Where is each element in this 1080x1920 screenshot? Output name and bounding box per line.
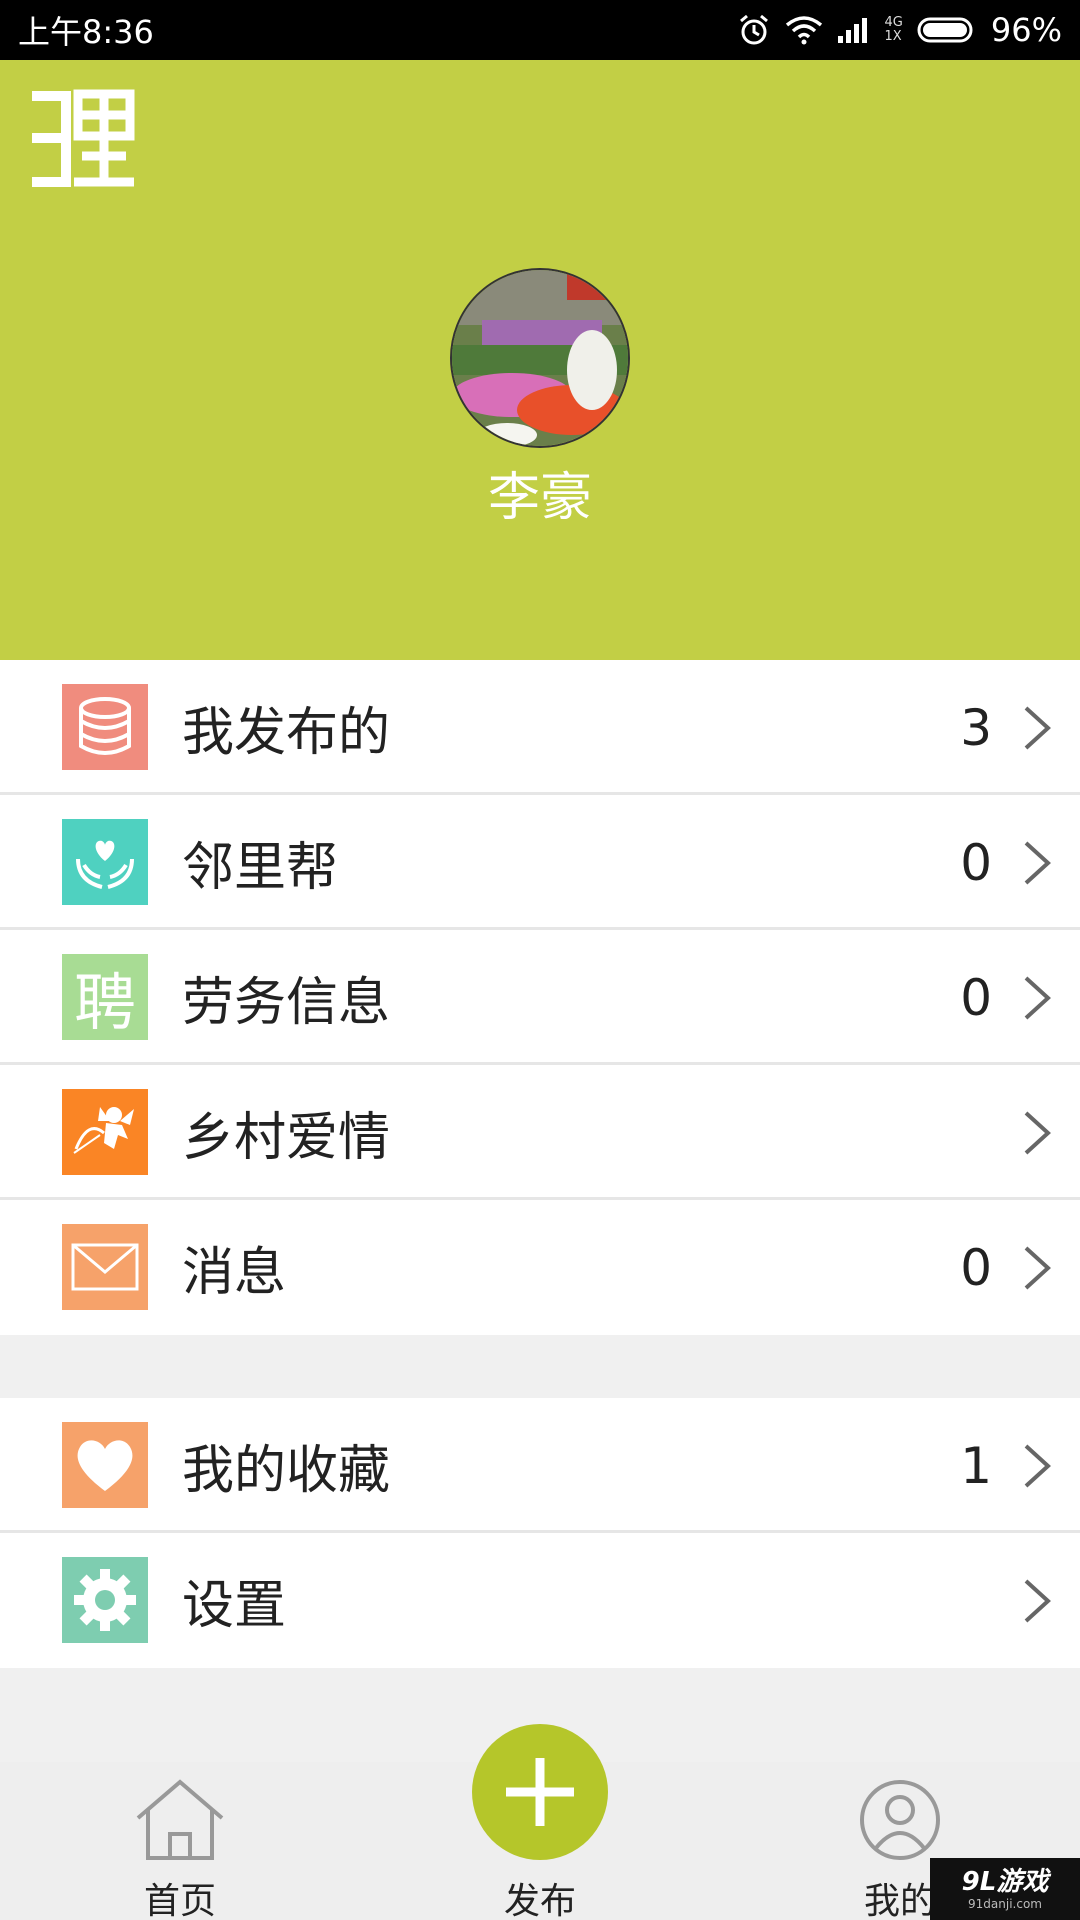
database-icon xyxy=(62,684,148,770)
signal-icon xyxy=(837,16,871,44)
menu-group-secondary: 我的收藏 1 设置 xyxy=(0,1398,1080,1668)
heart-icon xyxy=(62,1422,148,1508)
menu-item-label: 邻里帮 xyxy=(182,838,339,898)
recruit-icon: 聘 xyxy=(62,954,148,1040)
menu-item-messages[interactable]: 消息 0 xyxy=(0,1200,1080,1335)
network-type: 4G xyxy=(884,15,903,30)
publish-label: 发布 xyxy=(503,1881,576,1920)
menu-group-main: 我发布的 3 邻里帮 0 聘 劳务信息 0 乡村爱情 消息 0 xyxy=(0,660,1080,1335)
chevron-right-icon xyxy=(1022,1245,1052,1295)
chevron-right-icon xyxy=(1022,975,1052,1025)
menu-item-label: 消息 xyxy=(182,1243,287,1303)
tab-home-label: 首页 xyxy=(143,1881,216,1920)
avatar[interactable] xyxy=(450,268,630,448)
menu-item-my-posts[interactable]: 我发布的 3 xyxy=(0,660,1080,795)
status-icons: 4G 1X 96% xyxy=(737,11,1062,49)
menu-item-label: 设置 xyxy=(182,1576,287,1636)
menu-item-count: 0 xyxy=(960,833,992,892)
wifi-icon xyxy=(785,15,823,45)
user-icon xyxy=(858,1778,942,1866)
user-name: 李豪 xyxy=(487,468,592,528)
menu-item-settings[interactable]: 设置 xyxy=(0,1533,1080,1668)
app-logo xyxy=(28,88,138,194)
menu-item-label: 我的收藏 xyxy=(182,1441,391,1501)
menu-item-favorites[interactable]: 我的收藏 1 xyxy=(0,1398,1080,1533)
publish-button[interactable] xyxy=(472,1724,608,1860)
network-label: 4G 1X xyxy=(885,16,903,44)
profile-header: 李豪 xyxy=(0,60,1080,660)
menu-item-count: 0 xyxy=(960,968,992,1027)
chevron-right-icon xyxy=(1022,1443,1052,1493)
heart-hands-icon xyxy=(62,819,148,905)
status-bar: 上午8:36 4G 1X 96% xyxy=(0,0,1080,60)
alarm-icon xyxy=(737,13,771,47)
menu-item-village-love[interactable]: 乡村爱情 xyxy=(0,1065,1080,1200)
envelope-icon xyxy=(62,1224,148,1310)
menu-item-count: 3 xyxy=(960,698,992,757)
menu-item-count: 0 xyxy=(960,1238,992,1297)
chevron-right-icon xyxy=(1022,1578,1052,1628)
watermark-url: 91danji.com xyxy=(968,1897,1042,1911)
status-time: 上午8:36 xyxy=(18,13,154,51)
battery-icon xyxy=(917,17,977,43)
tab-home[interactable]: 首页 xyxy=(80,1762,280,1920)
menu-item-label: 乡村爱情 xyxy=(182,1108,391,1168)
screen: 上午8:36 4G 1X 96% 李豪 我发布的 3 邻里帮 0 聘 劳务信息 … xyxy=(0,0,1080,1920)
chevron-right-icon xyxy=(1022,840,1052,890)
home-icon xyxy=(132,1778,228,1866)
menu-item-count: 1 xyxy=(960,1436,992,1495)
network-type-secondary: 1X xyxy=(884,29,902,44)
battery-level: 96% xyxy=(990,11,1062,49)
watermark: 9L游戏 91danji.com xyxy=(930,1858,1080,1920)
chevron-right-icon xyxy=(1022,1110,1052,1160)
watermark-text: 9L游戏 xyxy=(961,1867,1049,1897)
menu-item-labor-info[interactable]: 聘 劳务信息 0 xyxy=(0,930,1080,1065)
chevron-right-icon xyxy=(1022,705,1052,755)
menu-item-neighbor-help[interactable]: 邻里帮 0 xyxy=(0,795,1080,930)
gear-icon xyxy=(62,1557,148,1643)
cupid-icon xyxy=(62,1089,148,1175)
menu-item-label: 我发布的 xyxy=(182,703,391,763)
menu-item-label: 劳务信息 xyxy=(182,973,391,1033)
plus-icon xyxy=(506,1758,574,1826)
